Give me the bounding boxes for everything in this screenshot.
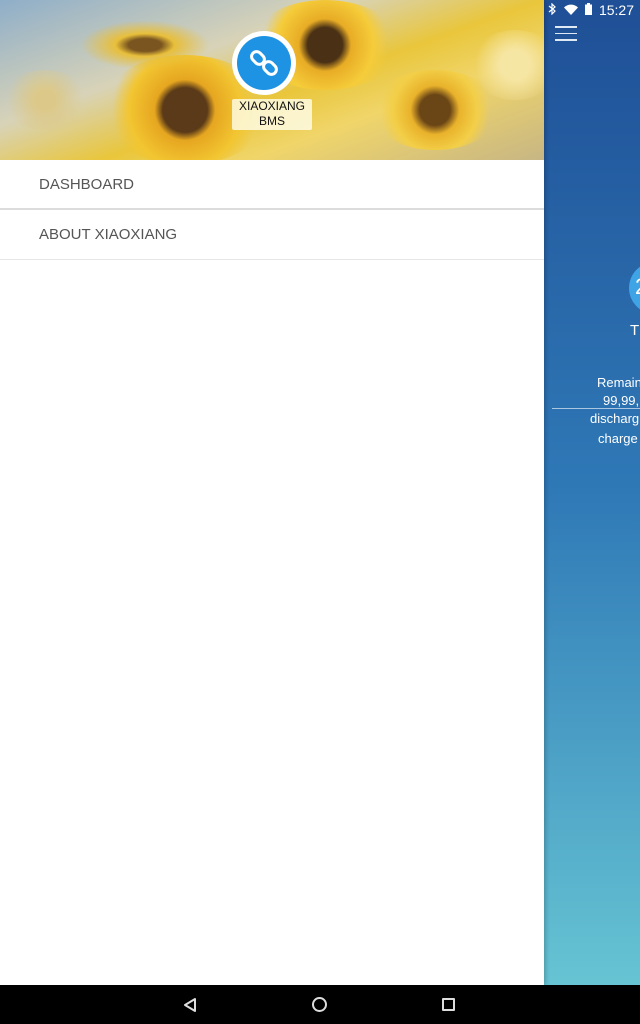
- background-line-1: Remain: [597, 375, 640, 390]
- background-line-2: 99,99,: [603, 393, 640, 408]
- system-navigation-bar: [0, 985, 640, 1024]
- bluetooth-icon: [548, 2, 557, 18]
- background-line-4: charge: [598, 431, 638, 446]
- background-divider: [552, 408, 640, 409]
- background-label: T: [630, 322, 640, 339]
- home-icon[interactable]: [312, 997, 327, 1012]
- link-icon: [250, 50, 278, 76]
- wifi-icon: [564, 4, 578, 18]
- recent-apps-icon[interactable]: [442, 998, 455, 1011]
- drawer-item-label: ABOUT XIAOXIANG: [39, 226, 178, 243]
- drawer-item-about[interactable]: ABOUT XIAOXIANG: [0, 210, 544, 260]
- app-logo: [232, 31, 296, 95]
- status-time: 15:27: [598, 2, 634, 18]
- back-icon[interactable]: [183, 997, 197, 1013]
- app-name-label: XIAOXIANG BMS: [232, 99, 312, 130]
- navigation-drawer: XIAOXIANG BMS DASHBOARD ABOUT XIAOXIANG: [0, 0, 544, 985]
- hamburger-menu-icon[interactable]: [555, 26, 577, 42]
- battery-icon: [585, 3, 592, 18]
- background-value-circle: 2: [629, 262, 640, 314]
- drawer-item-label: DASHBOARD: [39, 175, 135, 193]
- background-line-3: discharg: [590, 411, 640, 426]
- drawer-item-dashboard[interactable]: DASHBOARD: [0, 160, 544, 210]
- drawer-header-image: XIAOXIANG BMS: [0, 0, 544, 160]
